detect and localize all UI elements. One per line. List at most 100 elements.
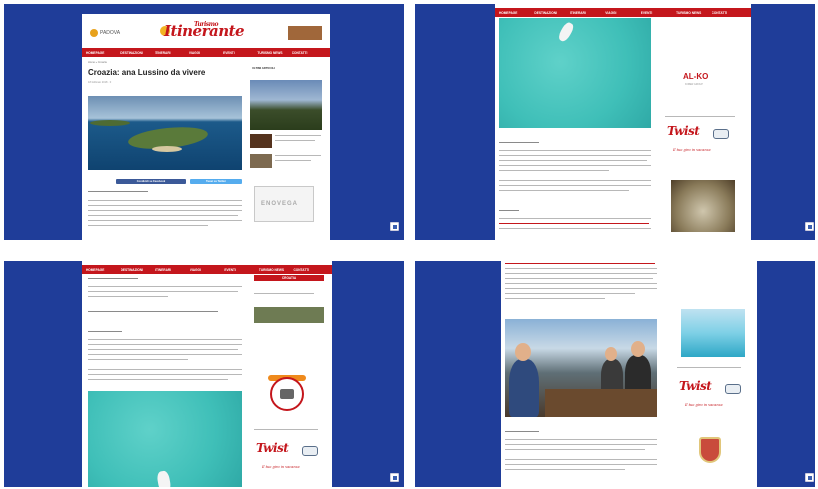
text-line (88, 215, 238, 217)
text-line (505, 444, 657, 446)
article-meta: 18 febbraio 2018 · 0 (88, 81, 112, 84)
sidebar-thumb[interactable] (250, 80, 322, 130)
text-line (88, 296, 168, 298)
scroll-top-icon[interactable] (805, 222, 814, 231)
share-twitter-button[interactable]: Tweet su Twitter (190, 179, 242, 184)
main-nav: HOMEPAGE DESTINAZIONI ITINERARI VIAGGI E… (82, 48, 330, 57)
text-line (505, 464, 657, 466)
nav-item-contatti[interactable]: CONTATTI (712, 11, 747, 15)
text-line (88, 369, 242, 371)
text-line (88, 339, 242, 341)
twist-ad[interactable]: Twist Il tuo giro in vacanza (679, 379, 753, 419)
text-line (499, 218, 651, 220)
boat-shape (556, 20, 576, 44)
text-line (88, 205, 242, 207)
nav-item-eventi[interactable]: EVENTI (224, 268, 259, 272)
nav-item-eventi[interactable]: EVENTI (641, 11, 676, 15)
text-line (499, 155, 651, 157)
nav-item-contatti[interactable]: CONTATTI (293, 268, 328, 272)
nav-item-destinazioni[interactable]: DESTINAZIONI (534, 11, 569, 15)
text-line (499, 190, 629, 192)
nav-item-eventi[interactable]: EVENTI (223, 51, 257, 55)
text-line (499, 210, 519, 212)
webpage: PADOVA Itinerante Turismo HOMEPAGE DESTIN… (82, 14, 330, 240)
person-head (605, 347, 617, 361)
nav-item-homepage[interactable]: HOMEPAGE (499, 11, 534, 15)
sidebar-ad[interactable]: ENOVEGA (254, 186, 314, 222)
text-line (275, 140, 315, 142)
site-header: PADOVA Itinerante Turismo (82, 20, 330, 48)
sidebar-heading: ULTIMI ARTICOLI (252, 66, 275, 70)
text-line (275, 160, 311, 162)
alko-ad-sub: KOBER GROUP (685, 83, 703, 86)
text-line (275, 135, 321, 137)
breadcrumb[interactable]: Home » Croazia (88, 61, 107, 64)
sidebar-red-banner[interactable]: CROATIA (254, 275, 324, 281)
brand-top: Turismo (194, 21, 218, 28)
text-line (499, 142, 539, 144)
panel-article-bottom: Twist Il tuo giro in vacanza (415, 261, 815, 487)
text-line (88, 311, 218, 313)
car-icon (302, 446, 318, 456)
share-facebook-button[interactable]: Condividi su Facebook (116, 179, 186, 184)
nav-item-itinerari[interactable]: ITINERARI (155, 51, 189, 55)
sidebar-thumb-small[interactable] (250, 134, 272, 148)
twist-ad[interactable]: Twist Il tuo giro in vacanza (667, 124, 741, 164)
main-nav: HOMEPAGE DESTINAZIONI ITINERARI VIAGGI E… (495, 8, 751, 17)
partner-logo-text: PADOVA (100, 30, 121, 36)
scroll-top-icon[interactable] (390, 222, 399, 231)
nav-item-itinerari[interactable]: ITINERARI (570, 11, 605, 15)
nav-item-viaggi[interactable]: VIAGGI (189, 51, 223, 55)
text-line (499, 160, 647, 162)
nav-item-itinerari[interactable]: ITINERARI (155, 268, 190, 272)
text-line (505, 449, 645, 451)
text-line (505, 268, 657, 270)
text-line (505, 288, 657, 290)
nav-item-destinazioni[interactable]: DESTINAZIONI (121, 268, 156, 272)
nav-item-viaggi[interactable]: VIAGGI (190, 268, 225, 272)
person-head (631, 341, 645, 357)
text-line (254, 293, 314, 295)
text-line (665, 116, 735, 118)
nav-item-turismo-news[interactable]: TURISMO NEWS (676, 11, 711, 15)
text-link-line[interactable] (499, 223, 649, 225)
nav-item-viaggi[interactable]: VIAGGI (605, 11, 640, 15)
person-head (515, 343, 531, 361)
twist-ad-logo: Twist (667, 124, 700, 138)
text-line (505, 298, 605, 300)
text-line (88, 291, 238, 293)
panel-article-lower: HOMEPAGE DESTINAZIONI ITINERARI VIAGGI E… (4, 261, 404, 487)
webpage: HOMEPAGE DESTINAZIONI ITINERARI VIAGGI E… (82, 261, 332, 487)
nav-item-homepage[interactable]: HOMEPAGE (86, 268, 121, 272)
sidebar-red-banner-label: CROATIA (281, 276, 297, 280)
nav-item-contatti[interactable]: CONTATTI (292, 51, 326, 55)
article-title: Croazia: ana Lussino da vivere (88, 68, 206, 77)
scroll-top-icon[interactable] (805, 473, 814, 482)
text-line (88, 379, 228, 381)
webpage: HOMEPAGE DESTINAZIONI ITINERARI VIAGGI E… (495, 4, 751, 240)
sidebar-ad-label: ENOVEGA (261, 201, 299, 207)
text-line (505, 431, 539, 433)
text-line (499, 180, 651, 182)
text-link-line[interactable] (505, 263, 655, 265)
text-line (88, 200, 242, 202)
nav-item-turismo-news[interactable]: TURISMO NEWS (257, 51, 291, 55)
sidebar-ad-image[interactable] (681, 309, 745, 357)
nav-item-turismo-news[interactable]: TURISMO NEWS (259, 268, 294, 272)
croatia-badge-icon[interactable] (270, 377, 304, 411)
crest-icon[interactable] (699, 437, 721, 463)
sidebar-ad-image[interactable] (671, 180, 735, 232)
sidebar-ad-image[interactable] (254, 307, 324, 323)
site-logo[interactable]: Itinerante Turismo (164, 21, 245, 40)
main-nav: HOMEPAGE DESTINAZIONI ITINERARI VIAGGI E… (82, 265, 332, 274)
nav-item-destinazioni[interactable]: DESTINAZIONI (120, 51, 154, 55)
sidebar-thumb-small[interactable] (250, 154, 272, 168)
nav-item-homepage[interactable]: HOMEPAGE (86, 51, 120, 55)
alko-ad-logo[interactable]: AL-KO (683, 72, 708, 81)
text-line (499, 165, 651, 167)
text-line (88, 331, 122, 333)
twist-ad[interactable]: Twist Il tuo giro in vacanza (256, 441, 330, 481)
scroll-top-icon[interactable] (390, 473, 399, 482)
partner-logo[interactable]: PADOVA (90, 29, 120, 37)
header-banner-ad[interactable] (288, 26, 322, 40)
